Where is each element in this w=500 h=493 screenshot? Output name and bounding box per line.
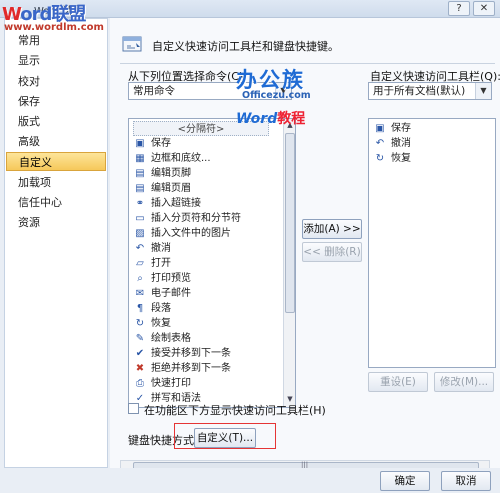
customize-panel: 自定义快速访问工具栏和键盘快捷键。 从下列位置选择命令(C): 常用命令 ▼ 自…	[110, 18, 500, 468]
scroll-thumb[interactable]	[285, 133, 295, 313]
list-item[interactable]: ▱ 打开	[131, 256, 291, 271]
open-icon: ▱	[136, 258, 144, 269]
reset-button[interactable]: 重设(E)	[368, 372, 428, 392]
list-item[interactable]: ▨ 插入文件中的图片	[131, 226, 291, 241]
list-item[interactable]: ✉ 电子邮件	[131, 286, 291, 301]
highlight-annotation	[174, 423, 276, 449]
dialog-footer: 确定 取消	[0, 468, 500, 493]
save-icon: ▣	[135, 138, 145, 149]
quick-print-icon: ⎙	[136, 378, 144, 389]
remove-button[interactable]: << 删除(R)	[302, 242, 362, 262]
redo-icon: ↻	[375, 153, 385, 164]
header-icon: ▤	[135, 183, 145, 194]
undo-icon: ↶	[375, 138, 385, 149]
nav-item-advanced[interactable]: 高级	[6, 132, 106, 151]
list-item[interactable]: ▣ 保存	[371, 121, 495, 136]
customize-qat-dropdown[interactable]: 用于所有文档(默认) ▼	[368, 82, 492, 100]
qat-list[interactable]: ▣ 保存 ↶ 撤消 ↻ 恢复	[368, 118, 496, 368]
nav-item-save[interactable]: 保存	[6, 92, 106, 111]
nav-item-display[interactable]: 显示	[6, 51, 106, 70]
undo-icon: ↶	[135, 243, 145, 254]
help-button[interactable]: ?	[448, 1, 470, 16]
list-item[interactable]: ¶ 段落	[131, 301, 291, 316]
nav-item-general[interactable]: 常用	[6, 31, 106, 50]
reject-icon: ✖	[135, 363, 145, 374]
modify-button[interactable]: 修改(M)...	[434, 372, 494, 392]
list-item[interactable]: ▦ 边框和底纹...	[131, 151, 291, 166]
list-item[interactable]: ✎ 绘制表格	[131, 331, 291, 346]
show-below-ribbon-checkbox[interactable]	[128, 403, 139, 414]
list-item[interactable]: ↶ 撤消	[371, 136, 495, 151]
nav-item-layout[interactable]: 版式	[6, 112, 106, 131]
list-item[interactable]: ↶撤消▶	[131, 241, 295, 256]
list-item[interactable]: ↻ 恢复	[131, 316, 291, 331]
accept-icon: ✔	[135, 348, 145, 359]
panel-header: 自定义快速访问工具栏和键盘快捷键。	[152, 40, 339, 53]
email-icon: ✉	[135, 288, 145, 299]
list-item[interactable]: ✔ 接受并移到下一条	[131, 346, 291, 361]
wordlm-site-watermark: www.wordlm.com	[4, 22, 104, 33]
list-item[interactable]: ✖ 拒绝并移到下一条	[131, 361, 291, 376]
nav-item-trust-center[interactable]: 信任中心	[6, 193, 106, 212]
hyperlink-icon: ⚭	[135, 198, 145, 209]
choose-commands-value: 常用命令	[133, 85, 175, 97]
list-item[interactable]: ▭插入分页符和分节符▶	[131, 211, 295, 226]
list-item[interactable]: ▤ 编辑页眉	[131, 181, 291, 196]
chevron-down-icon: ▼	[475, 83, 491, 99]
close-button[interactable]: ✕	[473, 1, 495, 16]
nav-item-proofing[interactable]: 校对	[6, 72, 106, 91]
draw-table-icon: ✎	[135, 333, 145, 344]
commands-scrollbar[interactable]: ▲ ▼	[283, 119, 295, 407]
page-break-icon: ▭	[135, 213, 145, 224]
cancel-button[interactable]: 取消	[441, 471, 491, 491]
nav-item-addins[interactable]: 加载项	[6, 173, 106, 192]
redo-icon: ↻	[135, 318, 145, 329]
quick-access-toolbar-icon	[122, 36, 142, 52]
customize-qat-value: 用于所有文档(默认)	[373, 85, 466, 97]
nav-item-customize[interactable]: 自定义	[6, 152, 106, 171]
ok-button[interactable]: 确定	[380, 471, 430, 491]
list-item[interactable]: ⌕ 打印预览	[131, 271, 291, 286]
options-nav: 常用 显示 校对 保存 版式 高级 自定义 加载项 信任中心 资源	[4, 18, 108, 468]
border-icon: ▦	[135, 153, 145, 164]
list-item[interactable]: ↻ 恢复	[371, 151, 495, 166]
header-divider	[120, 63, 495, 64]
list-item[interactable]: ▣ 保存	[131, 136, 291, 151]
save-icon: ▣	[375, 123, 385, 134]
list-item[interactable]: ⚭ 插入超链接	[131, 196, 291, 211]
add-button[interactable]: 添加(A) >>	[302, 219, 362, 239]
show-below-ribbon-label: 在功能区下方显示快速访问工具栏(H)	[144, 404, 326, 417]
nav-item-resources[interactable]: 资源	[6, 213, 106, 232]
footer-icon: ▤	[135, 168, 145, 179]
picture-icon: ▨	[135, 228, 145, 239]
print-preview-icon: ⌕	[137, 273, 143, 284]
list-item[interactable]: ⎙ 快速打印	[131, 376, 291, 391]
paragraph-icon: ¶	[136, 303, 144, 314]
list-item[interactable]: ▤ 编辑页脚	[131, 166, 291, 181]
commands-list[interactable]: <分隔符> ▣ 保存 ▦ 边框和底纹... ▤ 编辑页脚 ▤ 编辑页眉 ⚭ 插入超链接 ▭…	[128, 118, 296, 408]
